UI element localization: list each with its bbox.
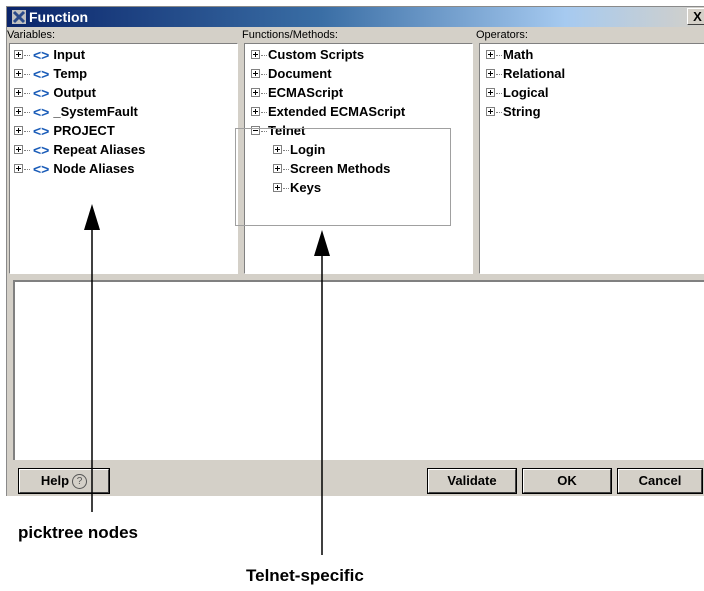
annotation-arrows bbox=[84, 204, 330, 555]
annotation-telnet-specific: Telnet-specific bbox=[246, 566, 364, 585]
annotation-picktree-nodes: picktree nodes bbox=[18, 523, 138, 542]
